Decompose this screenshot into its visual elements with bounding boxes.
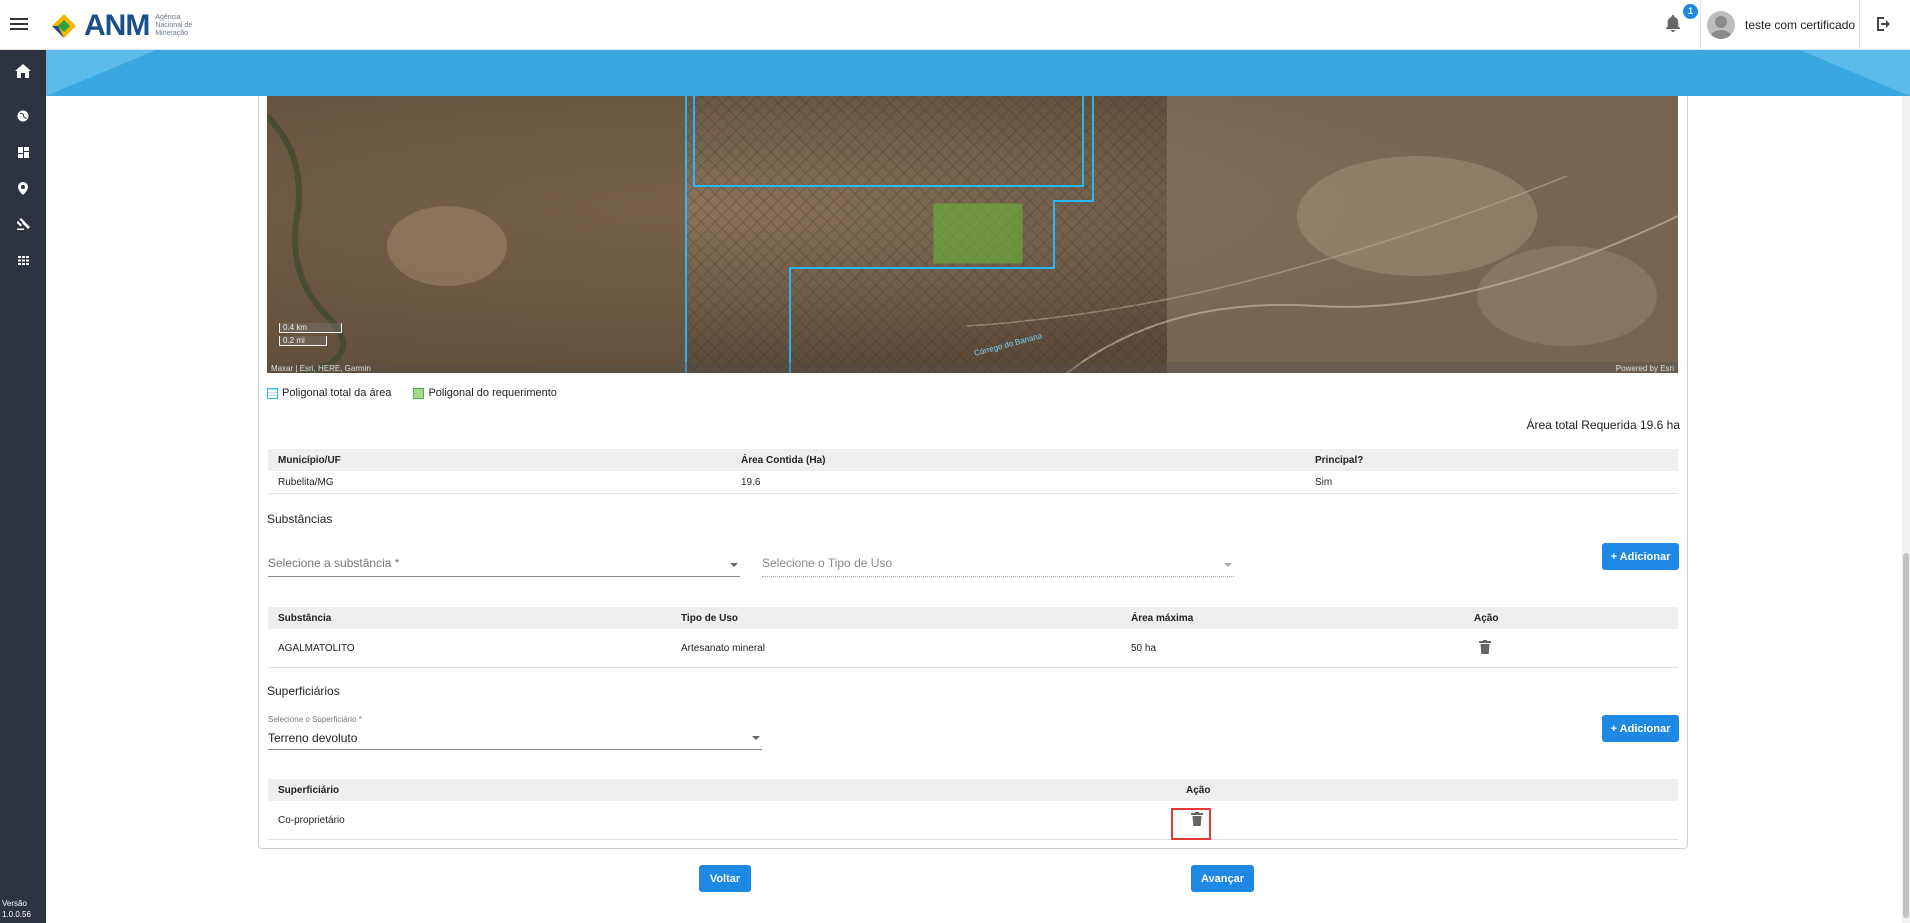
scale-mi: 0.2 mi (279, 336, 327, 346)
top-bar: ANM Agência Nacional de Mineração 1 test… (0, 0, 1910, 50)
sidebar-item-dashboard[interactable] (0, 135, 46, 169)
cell-tipo-uso: Artesanato mineral (671, 629, 1121, 668)
esri-credit[interactable]: Powered by Esri (1616, 364, 1674, 373)
municipio-table: Município/UF Área Contida (Ha) Principal… (268, 449, 1678, 494)
user-menu[interactable]: teste com certificado (1700, 0, 1860, 50)
logo-text: ANM (84, 9, 150, 42)
sidebar-item-globe[interactable] (0, 99, 46, 133)
dashboard-icon (17, 146, 29, 158)
col-acao: Ação (1176, 779, 1678, 801)
superficiario-select[interactable]: Selecione o Superficiário * Terreno devo… (268, 715, 762, 750)
location-pin-icon (18, 181, 28, 195)
substance-placeholder: Selecione a substância * (268, 556, 400, 570)
user-name: teste com certificado (1745, 18, 1856, 32)
anm-logo[interactable]: ANM Agência Nacional de Mineração (50, 9, 195, 43)
total-area-swatch (267, 387, 278, 399)
col-substancia: Substância (268, 607, 671, 629)
satellite-map[interactable]: Córrego do Banana 0.4 km 0.2 mi Maxar | … (267, 96, 1678, 373)
cell-area-maxima: 50 ha (1121, 629, 1464, 668)
cell-municipio: Rubelita/MG (268, 471, 731, 494)
chevron-down-icon (730, 563, 738, 567)
map-legend: Poligonal total da área Poligonal do req… (267, 387, 557, 399)
logo-subtitle: Agência Nacional de Mineração (155, 14, 193, 37)
legend-request-area: Poligonal do requerimento (428, 387, 557, 399)
version-label: Versão (2, 899, 27, 908)
add-substance-button[interactable]: + Adicionar (1602, 543, 1679, 570)
substance-select[interactable]: Selecione a substância * (268, 547, 740, 577)
sidebar-item-gavel[interactable] (0, 207, 46, 241)
table-row: AGALMATOLITO Artesanato mineral 50 ha (268, 629, 1678, 668)
next-button[interactable]: Avançar (1191, 865, 1254, 892)
page-banner (46, 50, 1910, 96)
chevron-down-icon (752, 736, 760, 740)
logout-icon[interactable] (1876, 16, 1894, 34)
add-superficiario-button[interactable]: + Adicionar (1602, 715, 1679, 742)
table-row: Rubelita/MG 19.6 Sim (268, 471, 1678, 494)
delete-substance-trash-icon[interactable] (1479, 639, 1491, 654)
highlight-box (1171, 808, 1211, 840)
avatar (1707, 11, 1735, 39)
col-area-maxima: Área máxima (1121, 607, 1464, 629)
use-type-placeholder: Selecione o Tipo de Uso (762, 556, 893, 570)
superficiarios-table: Superficiário Ação Co-proprietário (268, 779, 1678, 840)
sidebar-item-grid[interactable] (0, 243, 46, 277)
col-acao: Ação (1464, 607, 1678, 629)
cell-substancia: AGALMATOLITO (268, 629, 671, 668)
area-total: Área total Requerida 19.6 ha (1526, 418, 1680, 432)
col-area-contida: Área Contida (Ha) (731, 449, 1305, 471)
superficiario-select-value: Terreno devoluto (268, 731, 358, 745)
sidebar (0, 50, 46, 923)
superficiario-select-label: Selecione o Superficiário * (268, 715, 362, 724)
table-row: Co-proprietário (268, 801, 1678, 840)
notification-badge: 1 (1683, 4, 1698, 19)
version-info: Versão 1.0.0.56 (2, 898, 31, 920)
logo-mark-icon (50, 12, 78, 40)
superficiarios-title: Superficiários (267, 684, 340, 698)
grid-icon (17, 255, 29, 265)
use-type-select[interactable]: Selecione o Tipo de Uso (762, 547, 1234, 577)
cell-principal: Sim (1305, 471, 1678, 494)
request-area-swatch (413, 387, 425, 399)
notification-bell-icon[interactable] (1665, 15, 1685, 35)
version-number: 1.0.0.56 (2, 910, 31, 919)
scale-km: 0.4 km (279, 323, 342, 333)
cell-area: 19.6 (731, 471, 1305, 494)
home-icon (15, 64, 31, 78)
cell-acao (1464, 629, 1678, 668)
legend-total-area: Poligonal total da área (282, 387, 392, 399)
substancias-title: Substâncias (267, 512, 333, 526)
map-attribution-bar (267, 362, 1678, 373)
scrollbar-thumb[interactable] (1903, 553, 1909, 918)
col-superficiario: Superficiário (268, 779, 1176, 801)
map-credit[interactable]: Maxar | Esri, HERE, Garmin (271, 364, 371, 373)
back-button[interactable]: Voltar (699, 865, 751, 892)
col-municipio: Município/UF (268, 449, 731, 471)
menu-icon[interactable] (10, 15, 28, 33)
sidebar-item-home[interactable] (0, 54, 46, 88)
col-principal: Principal? (1305, 449, 1678, 471)
sidebar-item-location[interactable] (0, 171, 46, 205)
cell-acao (1176, 801, 1678, 840)
col-tipo-uso: Tipo de Uso (671, 607, 1121, 629)
substancias-table: Substância Tipo de Uso Área máxima Ação … (268, 607, 1678, 668)
cell-superficiario: Co-proprietário (268, 801, 1176, 840)
globe-icon (17, 110, 29, 122)
gavel-icon (16, 218, 30, 230)
chevron-down-icon (1224, 563, 1232, 567)
